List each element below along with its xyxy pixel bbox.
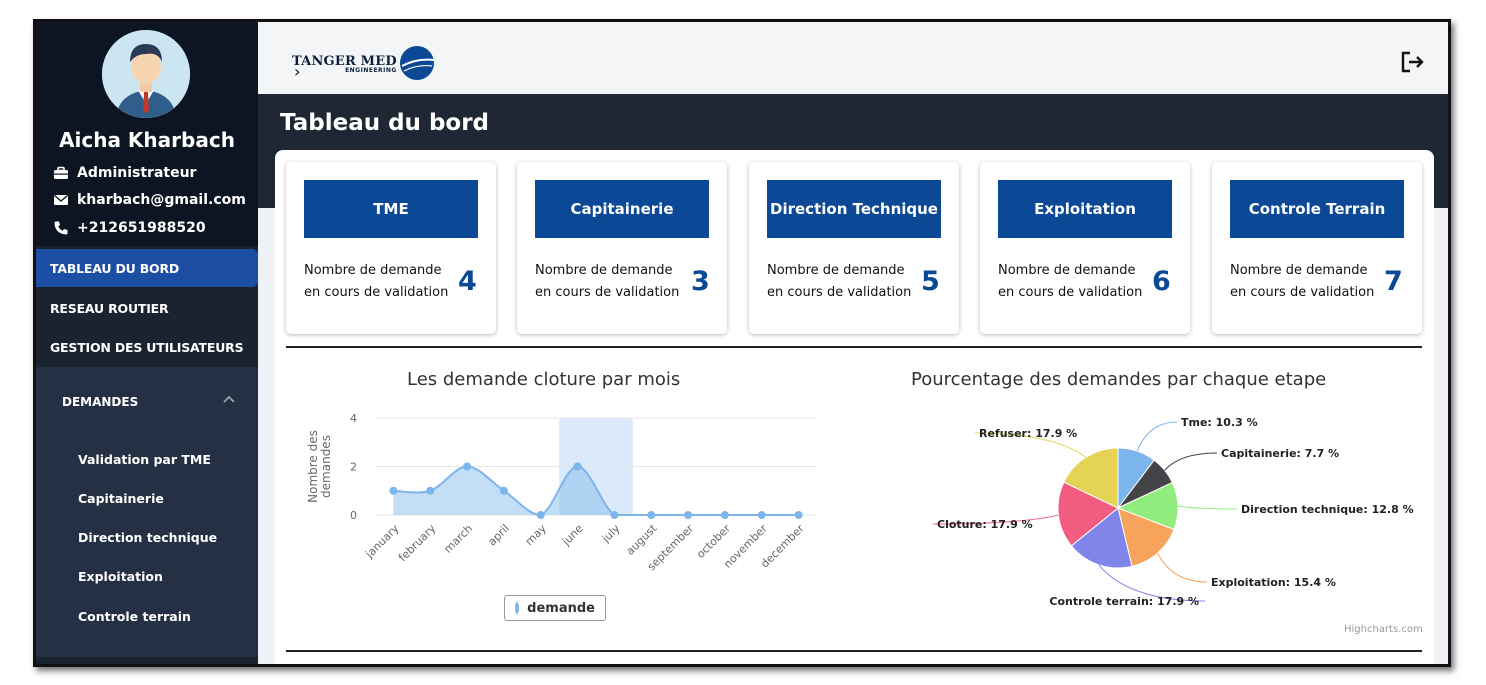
pie-chart-title: Pourcentage des demandes par chaque etap…	[911, 369, 1327, 390]
stat-card-title: Exploitation	[998, 180, 1172, 238]
sub-exploitation[interactable]: Exploitation	[78, 569, 163, 584]
y-axis-label: Nombre desdemandes	[306, 430, 333, 503]
chevron-up-icon[interactable]	[222, 394, 236, 404]
page-title: Tableau du bord	[280, 110, 490, 136]
user-phone: +212651988520	[53, 220, 206, 236]
highcharts-credit[interactable]: Highcharts.com	[1344, 624, 1423, 635]
top-bar	[258, 22, 1448, 94]
divider-bottom	[286, 650, 1422, 652]
y-tick-label: 0	[350, 509, 357, 522]
nav-reseau-routier[interactable]: RESEAU ROUTIER	[36, 289, 258, 327]
user-role-text: Administrateur	[77, 165, 197, 181]
legend-label: demande	[527, 600, 595, 616]
stat-card-title: TME	[304, 180, 478, 238]
stat-card-count: 5	[921, 266, 940, 297]
x-tick-label: april	[486, 522, 512, 548]
pie-data-label: Refuser: 17.9 %	[979, 427, 1077, 440]
pie-data-label: Capitainerie: 7.7 %	[1221, 447, 1339, 460]
data-point	[389, 486, 398, 495]
logout-icon[interactable]	[1400, 50, 1426, 74]
data-point	[463, 462, 472, 471]
nav-gestion-utilisateurs[interactable]: GESTION DES UTILISATEURS	[36, 328, 258, 366]
nav-demandes[interactable]: DEMANDES	[62, 395, 138, 409]
user-profile: Aicha Kharbach Administrateur kharbach@g…	[36, 22, 258, 246]
pie-connector	[1136, 421, 1178, 452]
user-email-text: kharbach@gmail.com	[77, 192, 246, 208]
pie-connector	[1177, 505, 1238, 510]
stat-card-title: Capitainerie	[535, 180, 709, 238]
stat-card-label: Nombre de demande en cours de validation	[304, 263, 449, 300]
y-tick-label: 4	[350, 412, 357, 425]
x-tick-label: july	[599, 522, 623, 546]
pie-connector	[1164, 452, 1218, 471]
stat-card-count: 3	[691, 266, 710, 297]
stat-card-capitainerie[interactable]: Capitainerie Nombre de demande en cours d…	[517, 162, 727, 334]
pie-data-label: Controle terrain: 17.9 %	[1049, 595, 1199, 608]
sub-capitainerie[interactable]: Capitainerie	[78, 491, 164, 506]
stat-card-direction-technique[interactable]: Direction Technique Nombre de demande en …	[749, 162, 959, 334]
stat-card-label: Nombre de demande en cours de validation	[1230, 263, 1375, 300]
briefcase-icon	[54, 166, 68, 179]
user-role: Administrateur	[53, 165, 196, 181]
stat-card-label: Nombre de demande en cours de validation	[998, 263, 1143, 300]
stat-card-label: Nombre de demande en cours de validation	[767, 263, 912, 300]
data-point	[794, 511, 803, 519]
envelope-icon	[54, 194, 68, 205]
stat-card-controle-terrain[interactable]: Controle Terrain Nombre de demande en cou…	[1212, 162, 1422, 334]
y-tick-label: 2	[350, 461, 357, 474]
sub-validation-tme[interactable]: Validation par TME	[78, 452, 211, 467]
user-email: kharbach@gmail.com	[53, 192, 246, 208]
data-point	[647, 511, 656, 519]
data-point	[720, 511, 729, 519]
avatar	[102, 30, 190, 118]
stat-card-title: Controle Terrain	[1230, 180, 1404, 238]
pie-data-label: Cloture: 17.9 %	[937, 518, 1033, 531]
data-point	[757, 511, 766, 519]
x-tick-label: may	[523, 522, 549, 548]
pie-connector	[1157, 552, 1208, 583]
x-tick-label: june	[559, 522, 586, 549]
nav-tableau-du-bord[interactable]: TABLEAU DU BORD	[36, 249, 258, 287]
divider-top	[286, 346, 1422, 348]
stat-card-tme[interactable]: TME Nombre de demande en cours de validat…	[286, 162, 496, 334]
stat-card-exploitation[interactable]: Exploitation Nombre de demande en cours d…	[980, 162, 1190, 334]
x-tick-label: august	[624, 521, 660, 557]
data-point	[684, 511, 693, 519]
stat-card-label: Nombre de demande en cours de validation	[535, 263, 680, 300]
pie-data-label: Exploitation: 15.4 %	[1211, 576, 1336, 589]
stat-card-count: 6	[1152, 266, 1171, 297]
data-point	[610, 511, 619, 519]
tanger-med-logo: TANGER MED ENGINEERING	[292, 46, 436, 82]
pie-data-label: Tme: 10.3 %	[1181, 416, 1258, 429]
pie-data-label: Direction technique: 12.8 %	[1241, 503, 1414, 516]
line-chart: 024Nombre desdemandesjanuaryfebruary marc…	[306, 412, 817, 573]
app-window: Aicha Kharbach Administrateur kharbach@g…	[33, 19, 1451, 667]
sidebar: Aicha Kharbach Administrateur kharbach@g…	[36, 22, 258, 664]
main-content: › TANGER MED ENGINEERING Tableau du bord…	[258, 22, 1448, 664]
stat-card-count: 7	[1384, 266, 1403, 297]
phone-icon	[54, 221, 68, 235]
dashboard-panel: TME Nombre de demande en cours de validat…	[275, 150, 1434, 664]
data-point	[499, 486, 508, 495]
legend-marker-icon	[515, 602, 520, 614]
stat-card-count: 4	[458, 266, 477, 297]
user-phone-text: +212651988520	[77, 220, 206, 236]
data-point	[536, 511, 545, 519]
data-point	[426, 486, 435, 495]
line-chart-title: Les demande cloture par mois	[407, 369, 681, 390]
stat-card-title: Direction Technique	[767, 180, 941, 238]
chart-legend[interactable]: demande	[504, 595, 606, 621]
pie-chart: Tme: 10.3 % Capitainerie: 7.7 % Direction …	[932, 416, 1414, 608]
x-tick-label: march	[441, 522, 475, 556]
sub-controle-terrain[interactable]: Controle terrain	[78, 609, 191, 624]
sub-direction-technique[interactable]: Direction technique	[78, 530, 217, 545]
x-tick-label: february	[396, 522, 439, 565]
demandes-submenu: DEMANDES Validation par TME Capitainerie…	[36, 367, 258, 657]
user-name: Aicha Kharbach	[59, 128, 235, 152]
logo-emblem-icon	[399, 46, 434, 80]
data-point	[573, 462, 582, 471]
